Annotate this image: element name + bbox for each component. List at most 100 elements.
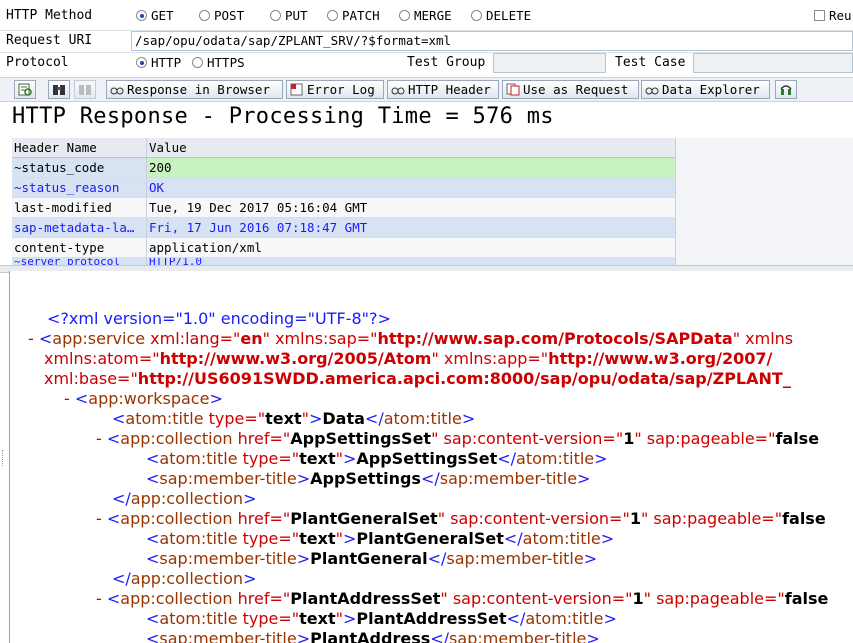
error-log-icon <box>290 83 304 96</box>
data-explorer-button[interactable]: Data Explorer <box>641 80 770 99</box>
radio-selected-icon[interactable] <box>136 57 147 68</box>
reuse-checkbox[interactable]: Reu <box>814 8 852 23</box>
workspace-title-value: Data <box>322 409 365 428</box>
collapse-toggle[interactable]: - <box>28 329 39 348</box>
header-name-cell[interactable]: ~status_code <box>12 157 147 178</box>
test-case-input[interactable] <box>693 53 853 73</box>
header-value-cell[interactable]: OK <box>146 177 676 198</box>
glasses-icon <box>391 83 405 96</box>
collapse-toggle[interactable]: - <box>96 589 107 608</box>
table-row[interactable]: last-modified Tue, 19 Dec 2017 05:16:04 … <box>12 197 676 218</box>
collection-title: PlantGeneralSet <box>356 529 504 548</box>
xml-base-value: http://US6091SWDD.america.apci.com:8000/… <box>137 369 791 388</box>
table-row[interactable]: ~status_reason OK <box>12 177 676 198</box>
ns-sap-value: http://www.sap.com/Protocols/SAPData <box>377 329 733 348</box>
collapse-toggle[interactable]: - <box>96 509 107 528</box>
xml-collection-line: - <app:collection href="AppSettingsSet" … <box>96 429 820 448</box>
xml-atom-title-line: <atom:title type="text">Data</atom:title… <box>112 409 476 428</box>
test-group-label: Test Group <box>407 55 486 70</box>
xml-member-title-line: <sap:member-title>PlantGeneral</sap:memb… <box>146 549 598 568</box>
response-in-browser-button[interactable]: Response in Browser <box>106 80 283 99</box>
collapse-toggle[interactable]: - <box>96 429 107 448</box>
radio-icon[interactable] <box>270 10 281 21</box>
splitter-handle[interactable] <box>2 450 7 466</box>
header-value-cell[interactable]: Fri, 17 Jun 2016 07:18:47 GMT <box>146 217 676 238</box>
binoculars-icon <box>52 83 66 96</box>
method-delete-radio[interactable]: DELETE <box>471 8 531 23</box>
header-name-cell[interactable]: sap-metadata-la… <box>12 217 147 238</box>
xml-collection-line: - <app:collection href="PlantGeneralSet"… <box>96 509 826 528</box>
xml-declaration: <?xml version="1.0" encoding="UTF-8"?> <box>47 309 391 328</box>
method-get-radio[interactable]: GET <box>136 8 174 23</box>
method-put-radio[interactable]: PUT <box>270 8 308 23</box>
radio-icon[interactable] <box>192 57 203 68</box>
radio-icon[interactable] <box>199 10 210 21</box>
method-merge-radio[interactable]: MERGE <box>399 8 452 23</box>
radio-icon[interactable] <box>471 10 482 21</box>
method-patch-radio[interactable]: PATCH <box>327 8 380 23</box>
column-header-name[interactable]: Header Name <box>12 138 147 158</box>
xml-member-title-line: <sap:member-title>AppSettings</sap:membe… <box>146 469 591 488</box>
collection-href: AppSettingsSet <box>290 429 432 448</box>
checkbox-icon[interactable] <box>814 10 825 21</box>
glasses-icon <box>645 83 659 96</box>
response-toolbar: Response in Browser Error Log HTTP Heade… <box>0 77 853 102</box>
collection-version: 1 <box>629 509 641 528</box>
request-uri-input[interactable]: /sap/opu/odata/sap/ZPLANT_SRV/?$format=x… <box>131 31 853 51</box>
column-header-value[interactable]: Value <box>146 138 676 158</box>
clipboard-button[interactable] <box>775 80 797 99</box>
test-case-label: Test Case <box>615 55 686 70</box>
error-log-button[interactable]: Error Log <box>286 80 384 99</box>
collection-version: 1 <box>632 589 644 608</box>
ns-app-value: http://www.w3.org/2007/ <box>548 349 773 368</box>
xml-response-viewer[interactable]: <?xml version="1.0" encoding="UTF-8"?> -… <box>9 271 853 643</box>
collection-pageable: false <box>784 589 829 608</box>
member-title: PlantAddress <box>310 629 431 643</box>
request-uri-row: Request URI /sap/opu/odata/sap/ZPLANT_SR… <box>0 30 853 52</box>
radio-selected-icon[interactable] <box>136 10 147 21</box>
protocol-row: Protocol HTTP HTTPS Test Group Test Case <box>0 52 853 75</box>
header-name-cell[interactable]: ~status_reason <box>12 177 147 198</box>
find-details-icon <box>18 83 32 96</box>
xml-member-title-line: <sap:member-title>PlantAddress</sap:memb… <box>146 629 600 643</box>
table-row[interactable]: sap-metadata-la… Fri, 17 Jun 2016 07:18:… <box>12 217 676 238</box>
copy-document-icon <box>506 83 520 96</box>
clipboard-icon <box>779 83 793 96</box>
use-as-request-button[interactable]: Use as Request <box>502 80 639 99</box>
protocol-https-radio[interactable]: HTTPS <box>192 55 245 70</box>
test-group-input[interactable] <box>493 53 606 73</box>
member-title: AppSettings <box>310 469 421 488</box>
header-value-cell[interactable]: 200 <box>146 157 676 178</box>
find-button[interactable] <box>48 80 70 99</box>
http-header-button[interactable]: HTTP Header <box>387 80 499 99</box>
header-name-cell[interactable]: content-type <box>12 237 147 258</box>
details-button[interactable] <box>14 80 36 99</box>
xml-collection-close: </app:collection> <box>112 489 257 508</box>
radio-icon[interactable] <box>327 10 338 21</box>
response-header-table: Header Name Value ~status_code 200 ~stat… <box>12 138 676 266</box>
find-next-button[interactable] <box>74 80 96 99</box>
xml-service-line-3: xml:base="http://US6091SWDD.america.apci… <box>44 369 791 388</box>
xml-workspace-line: - <app:workspace> <box>64 389 223 408</box>
protocol-label: Protocol <box>6 55 69 70</box>
xml-service-line-2: xmlns:atom="http://www.w3.org/2005/Atom"… <box>44 349 773 368</box>
header-name-cell[interactable]: last-modified <box>12 197 147 218</box>
header-value-cell[interactable]: Tue, 19 Dec 2017 05:16:04 GMT <box>146 197 676 218</box>
binoculars-next-icon <box>78 83 92 96</box>
radio-icon[interactable] <box>399 10 410 21</box>
protocol-http-radio[interactable]: HTTP <box>136 55 181 70</box>
xml-collection-line: - <app:collection href="PlantAddressSet"… <box>96 589 829 608</box>
grid-background <box>676 138 853 267</box>
collection-version: 1 <box>623 429 635 448</box>
collection-pageable: false <box>775 429 820 448</box>
member-title: PlantGeneral <box>310 549 428 568</box>
table-row[interactable]: ~status_code 200 <box>12 157 676 178</box>
collapse-toggle[interactable]: - <box>64 389 75 408</box>
header-value-cell[interactable]: application/xml <box>146 237 676 258</box>
collection-pageable: false <box>782 509 826 528</box>
xml-collection-title-line: <atom:title type="text">AppSettingsSet</… <box>146 449 608 468</box>
collection-title: PlantAddressSet <box>356 609 507 628</box>
method-post-radio[interactable]: POST <box>199 8 244 23</box>
glasses-icon <box>110 83 124 96</box>
table-row[interactable]: content-type application/xml <box>12 237 676 258</box>
